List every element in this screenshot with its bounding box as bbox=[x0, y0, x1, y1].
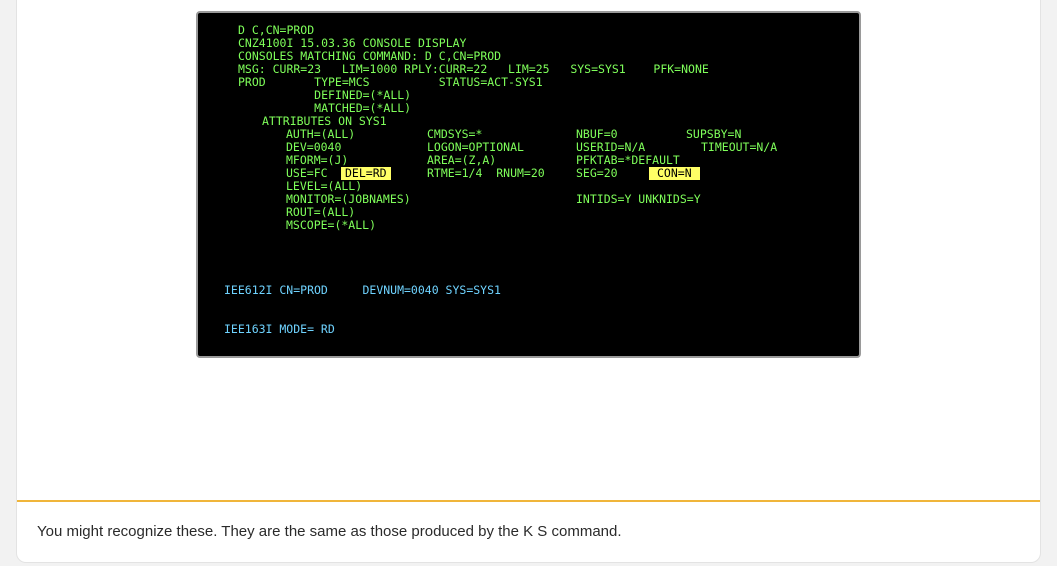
content-card: D C,CN=PROD CNZ4100I 15.03.36 CONSOLE DI… bbox=[16, 0, 1041, 563]
caption-text: You might recognize these. They are the … bbox=[37, 523, 622, 540]
console-screenshot: D C,CN=PROD CNZ4100I 15.03.36 CONSOLE DI… bbox=[196, 11, 861, 358]
attr-intids: INTIDS=Y UNKNIDS=Y bbox=[576, 192, 701, 206]
iee163-message: IEE163I MODE= RD bbox=[224, 322, 335, 336]
iee612-message: IEE612I CN=PROD DEVNUM=0040 SYS=SYS1 bbox=[224, 283, 501, 297]
section-divider bbox=[17, 500, 1040, 502]
attr-rtme: RTME=1/4 RNUM=20 bbox=[427, 166, 545, 180]
attr-timeout: TIMEOUT=N/A bbox=[701, 140, 778, 154]
attr-mscope: MSCOPE=(*ALL) bbox=[286, 218, 377, 232]
highlight-con: CON=N bbox=[649, 167, 700, 180]
attr-seg: SEG=20 bbox=[576, 166, 618, 180]
